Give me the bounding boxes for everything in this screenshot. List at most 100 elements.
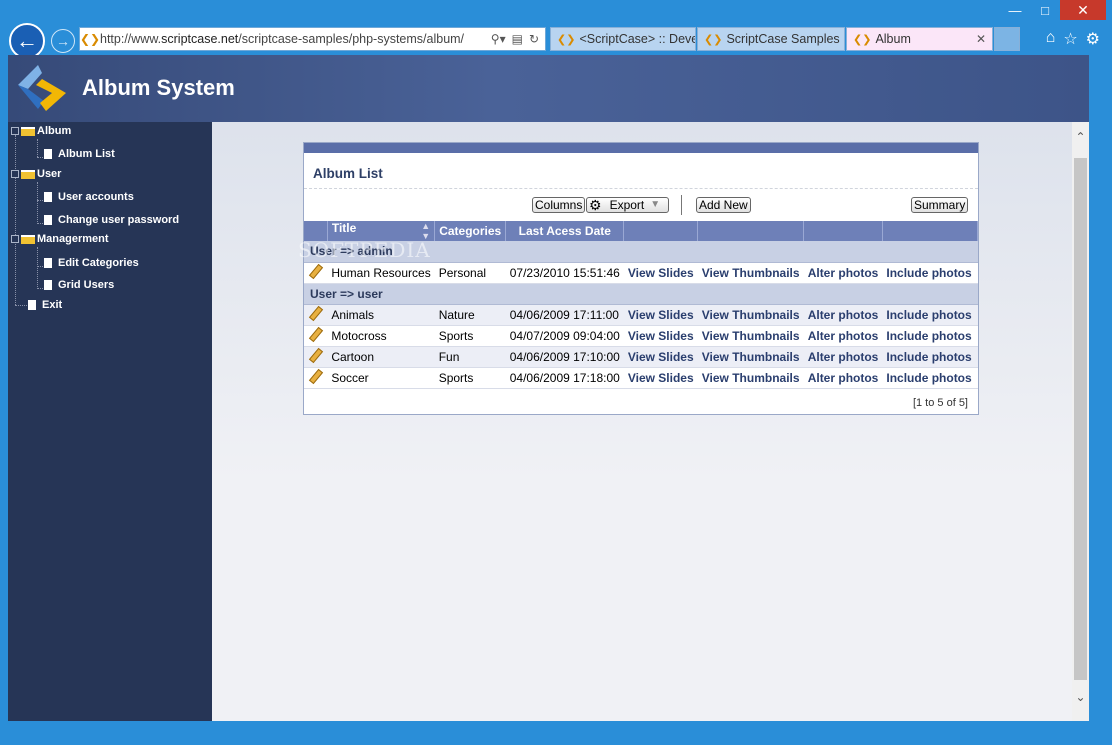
category-cell: Fun xyxy=(434,346,506,368)
view-thumbnails-link[interactable]: View Thumbnails xyxy=(697,262,804,284)
forward-button[interactable]: → xyxy=(51,29,75,53)
page-viewport: Album System Album Album List User User … xyxy=(8,55,1089,721)
view-slides-link[interactable]: View Slides xyxy=(623,262,698,284)
header-alter-photos xyxy=(803,221,883,241)
sidebar-item-exit[interactable]: Exit xyxy=(28,299,62,311)
view-thumbnails-link[interactable]: View Thumbnails xyxy=(697,367,804,389)
include-photos-link[interactable]: Include photos xyxy=(882,262,978,284)
url-path: /scriptcase-samples/php-systems/album/ xyxy=(238,32,465,46)
page-icon xyxy=(44,149,52,159)
tree-collapse-icon[interactable] xyxy=(11,170,19,178)
tab-album[interactable]: ❮❯ Album ✕ xyxy=(846,27,993,51)
panel-topbar xyxy=(304,143,978,153)
close-window-button[interactable]: ✕ xyxy=(1060,0,1106,20)
sidebar-item-grid-users[interactable]: Grid Users xyxy=(44,279,114,291)
new-tab-button[interactable] xyxy=(994,27,1020,51)
alter-photos-link[interactable]: Alter photos xyxy=(803,346,883,368)
address-url[interactable]: http://www.scriptcase.net/scriptcase-sam… xyxy=(100,32,491,46)
scroll-up-icon[interactable]: ⌃ xyxy=(1072,130,1089,144)
home-icon[interactable]: ⌂ xyxy=(1046,29,1056,49)
arrow-left-icon: ← xyxy=(16,28,38,53)
folder-open-icon xyxy=(21,126,35,136)
edit-cell[interactable] xyxy=(304,367,328,389)
add-new-button[interactable]: Add New xyxy=(696,197,751,213)
edit-cell[interactable] xyxy=(304,262,328,284)
gear-icon: ⚙ xyxy=(589,197,602,213)
edit-cell[interactable] xyxy=(304,346,328,368)
tab-favicon-icon: ❮❯ xyxy=(853,33,872,46)
summary-button[interactable]: Summary xyxy=(911,197,969,213)
search-icon[interactable]: ⚲▾ xyxy=(491,32,506,46)
compat-view-icon[interactable]: ▤ xyxy=(512,32,523,46)
minimize-button[interactable]: — xyxy=(1000,0,1030,20)
app-header: Album System xyxy=(8,55,1089,122)
tree-collapse-icon[interactable] xyxy=(11,127,19,135)
pencil-icon[interactable] xyxy=(308,264,322,278)
tree-connector xyxy=(15,305,29,306)
table-row: Cartoon Fun 04/06/2009 17:10:00 View Slides… xyxy=(304,346,978,368)
sidebar-item-managerment[interactable]: Managerment xyxy=(11,233,109,245)
close-tab-icon[interactable]: ✕ xyxy=(976,32,986,46)
header-categories[interactable]: Categories xyxy=(434,221,507,241)
edit-cell[interactable] xyxy=(304,304,328,326)
alter-photos-link[interactable]: Alter photos xyxy=(803,262,883,284)
edit-cell[interactable] xyxy=(304,325,328,347)
export-button[interactable]: ⚙ Export ▼ xyxy=(586,197,669,213)
table-row: Human Resources Personal 07/23/2010 15:51:… xyxy=(304,262,978,284)
album-table-body: User => admin Human Resources Personal 07/2… xyxy=(304,241,978,389)
vertical-scrollbar[interactable]: ⌃ ⌄ xyxy=(1072,122,1089,721)
category-cell: Sports xyxy=(434,367,506,389)
watermark: SOFTPEDIA xyxy=(298,238,431,262)
sidebar-item-user[interactable]: User xyxy=(11,168,61,180)
pencil-icon[interactable] xyxy=(308,348,322,362)
include-photos-link[interactable]: Include photos xyxy=(882,325,978,347)
date-cell: 07/23/2010 15:51:46 xyxy=(505,262,624,284)
page-icon xyxy=(44,192,52,202)
tab-scriptcase-dev[interactable]: ❮❯ <ScriptCase> :: Deve... xyxy=(550,27,696,51)
tree-connector xyxy=(15,135,16,305)
columns-button[interactable]: Columns xyxy=(532,197,586,213)
sidebar-item-label: Grid Users xyxy=(58,279,115,291)
sidebar-item-label: Exit xyxy=(42,299,63,311)
tree-collapse-icon[interactable] xyxy=(11,235,19,243)
address-bar[interactable]: ❮❯ http://www.scriptcase.net/scriptcase-… xyxy=(79,27,546,51)
view-thumbnails-link[interactable]: View Thumbnails xyxy=(697,304,804,326)
alter-photos-link[interactable]: Alter photos xyxy=(803,367,883,389)
sidebar-item-edit-categories[interactable]: Edit Categories xyxy=(44,257,139,269)
page-icon xyxy=(28,300,36,310)
scroll-down-icon[interactable]: ⌄ xyxy=(1072,690,1089,704)
view-slides-link[interactable]: View Slides xyxy=(623,304,698,326)
scroll-thumb[interactable] xyxy=(1074,158,1087,680)
browser-right-icons: ⌂ ☆ ⚙ xyxy=(1046,29,1100,49)
sidebar-item-user-accounts[interactable]: User accounts xyxy=(44,191,134,203)
tab-favicon-icon: ❮❯ xyxy=(557,33,576,46)
include-photos-link[interactable]: Include photos xyxy=(882,304,978,326)
tab-scriptcase-samples[interactable]: ❮❯ ScriptCase Samples | ... xyxy=(697,27,845,51)
view-thumbnails-link[interactable]: View Thumbnails xyxy=(697,325,804,347)
pencil-icon[interactable] xyxy=(308,327,322,341)
include-photos-link[interactable]: Include photos xyxy=(882,367,978,389)
header-last-access[interactable]: Last Acess Date xyxy=(505,221,625,241)
maximize-button[interactable]: □ xyxy=(1030,0,1060,20)
folder-open-icon xyxy=(21,234,35,244)
sidebar-item-album-list[interactable]: Album List xyxy=(44,148,115,160)
alter-photos-link[interactable]: Alter photos xyxy=(803,304,883,326)
alter-photos-link[interactable]: Alter photos xyxy=(803,325,883,347)
favorites-star-icon[interactable]: ☆ xyxy=(1063,29,1077,49)
pencil-icon[interactable] xyxy=(308,369,322,383)
pencil-icon[interactable] xyxy=(308,306,322,320)
view-slides-link[interactable]: View Slides xyxy=(623,346,698,368)
title-cell: Human Resources xyxy=(327,262,435,284)
settings-gear-icon[interactable]: ⚙ xyxy=(1086,29,1100,49)
table-row: Soccer Sports 04/06/2009 17:18:00 View Slid… xyxy=(304,367,978,389)
back-button[interactable]: ← xyxy=(9,23,45,59)
sidebar-item-label: Edit Categories xyxy=(58,257,139,269)
header-include-photos xyxy=(882,221,979,241)
view-thumbnails-link[interactable]: View Thumbnails xyxy=(697,346,804,368)
include-photos-link[interactable]: Include photos xyxy=(882,346,978,368)
refresh-icon[interactable]: ↻ xyxy=(529,32,539,46)
sidebar-item-album[interactable]: Album xyxy=(11,125,71,137)
view-slides-link[interactable]: View Slides xyxy=(623,367,698,389)
sidebar-item-change-password[interactable]: Change user password xyxy=(44,214,179,226)
view-slides-link[interactable]: View Slides xyxy=(623,325,698,347)
